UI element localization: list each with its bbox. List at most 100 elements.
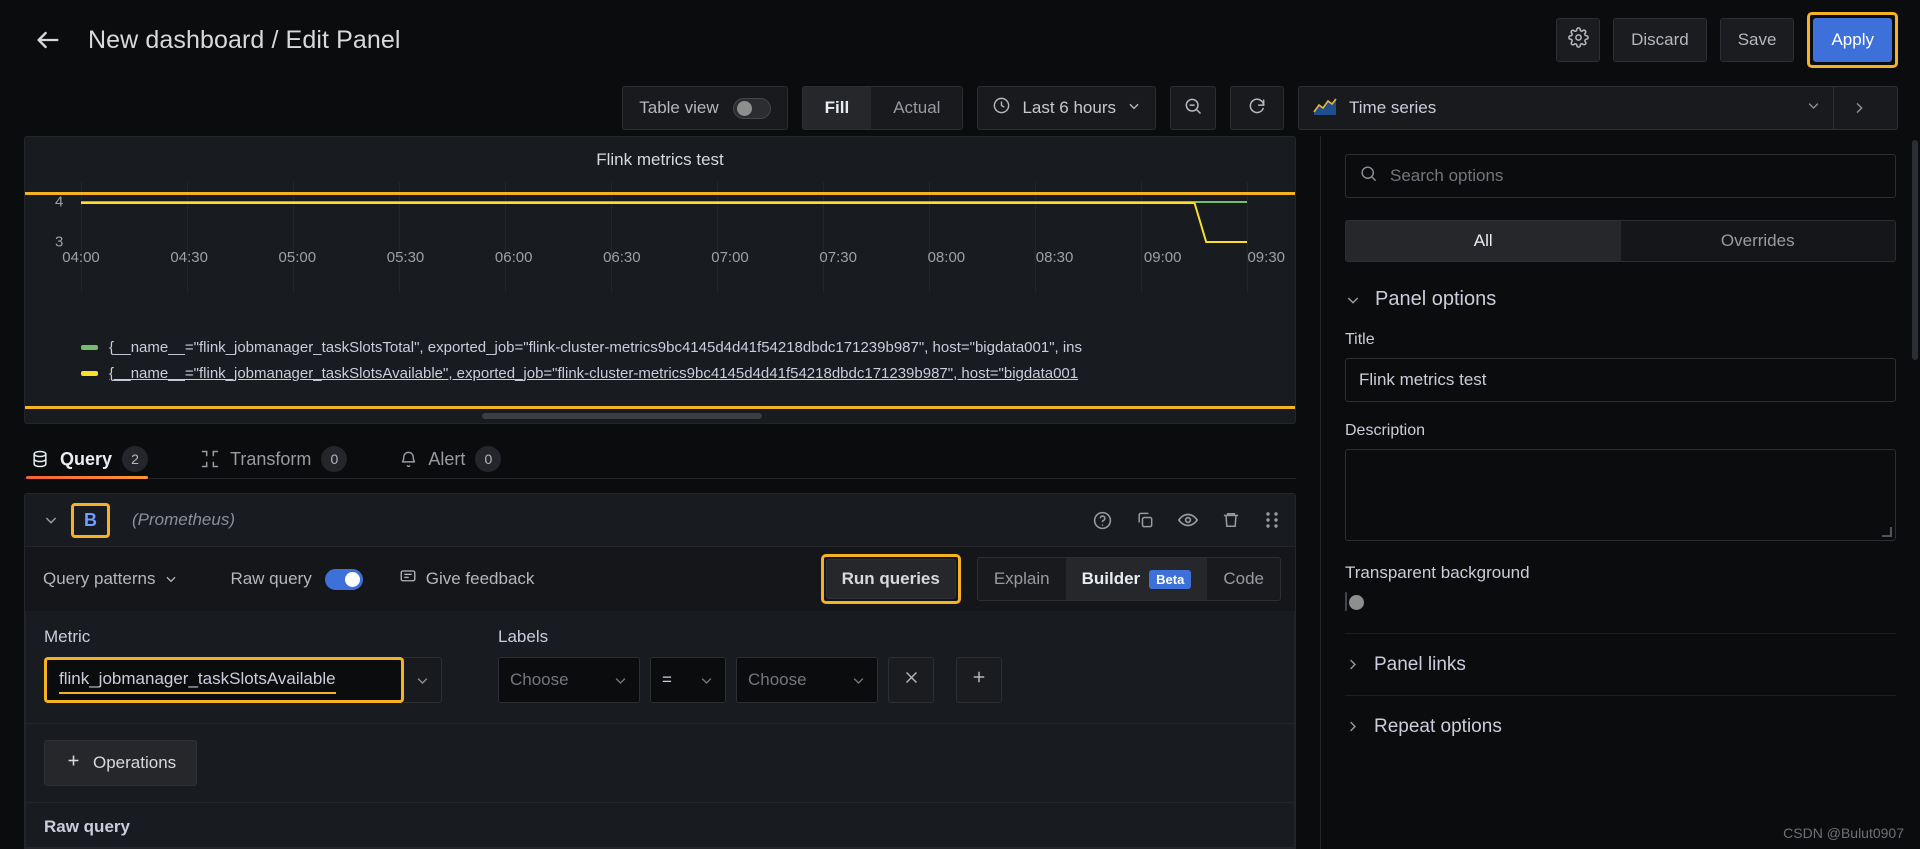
- time-range-picker[interactable]: Last 6 hours: [977, 86, 1156, 130]
- drag-handle-icon[interactable]: [1263, 510, 1281, 530]
- x-tick: 08:00: [927, 249, 966, 266]
- bell-icon: [399, 450, 418, 469]
- options-search-wrap: [1321, 136, 1920, 198]
- eye-icon[interactable]: [1177, 509, 1199, 531]
- description-field-label: Description: [1345, 422, 1426, 439]
- page-title: New dashboard / Edit Panel: [88, 25, 401, 54]
- time-range-label: Last 6 hours: [1022, 98, 1116, 117]
- fill-actual-segmented[interactable]: Fill Actual: [801, 86, 964, 130]
- panel-links-section[interactable]: Panel links: [1345, 633, 1896, 695]
- give-feedback-label: Give feedback: [425, 569, 535, 588]
- chart-legend: {__name__="flink_jobmanager_taskSlotsTot…: [81, 334, 1295, 386]
- scrollbar-thumb[interactable]: [482, 413, 762, 419]
- give-feedback-link[interactable]: Give feedback: [399, 568, 535, 591]
- label-operator-select[interactable]: =: [650, 657, 726, 703]
- legend-label: {__name__="flink_jobmanager_taskSlotsTot…: [109, 338, 1083, 356]
- panel-links-label: Panel links: [1374, 653, 1466, 675]
- raw-query-toggle-group[interactable]: Raw query: [230, 568, 363, 590]
- refresh-icon: [1247, 96, 1267, 121]
- query-datasource-name: (Prometheus): [132, 510, 235, 529]
- tab-transform-count: 0: [321, 446, 348, 472]
- panel-preview: Flink metrics test 4 3 04:00 04:30 05:00…: [24, 136, 1296, 424]
- tab-all[interactable]: All: [1346, 221, 1621, 261]
- operations-button[interactable]: Operations: [44, 740, 198, 786]
- add-label-filter-button[interactable]: [956, 657, 1002, 703]
- trash-icon[interactable]: [1221, 510, 1241, 530]
- metric-input-highlight[interactable]: flink_jobmanager_taskSlotsAvailable: [44, 657, 404, 703]
- editor-mode-group: Explain Builder Beta Code: [976, 557, 1281, 601]
- tab-query[interactable]: Query 2: [26, 440, 170, 479]
- series-lines: [81, 182, 1247, 292]
- x-tick: 04:00: [62, 249, 100, 266]
- chart-plot[interactable]: 4 3: [25, 182, 1271, 292]
- label-value-placeholder: Choose: [748, 670, 807, 689]
- metric-labels-section: Metric flink_jobmanager_taskSlotsAvailab…: [25, 611, 1295, 724]
- chevron-down-icon[interactable]: [1806, 98, 1821, 118]
- chevron-down-icon: [701, 677, 712, 684]
- code-mode[interactable]: Code: [1207, 558, 1280, 600]
- series-taskSlotsAvailable: [81, 203, 1247, 242]
- title-field: Title Flink metrics test: [1345, 331, 1896, 402]
- title-input[interactable]: Flink metrics test: [1345, 358, 1896, 402]
- query-ref-id[interactable]: B: [71, 502, 110, 538]
- chevron-down-icon: [615, 677, 626, 684]
- tab-alert-count: 0: [475, 446, 502, 472]
- options-pane-expand-button[interactable]: [1833, 87, 1883, 129]
- remove-label-filter-button[interactable]: [888, 657, 934, 703]
- zoom-out-button[interactable]: [1170, 86, 1216, 130]
- panel-options-section-header[interactable]: Panel options: [1345, 288, 1896, 311]
- raw-query-switch[interactable]: [324, 568, 363, 590]
- textarea-resize-handle[interactable]: [1882, 527, 1892, 537]
- metric-dropdown-caret[interactable]: [404, 657, 442, 703]
- query-collapse-icon[interactable]: [43, 512, 59, 528]
- repeat-options-label: Repeat options: [1374, 715, 1502, 737]
- panel-settings-button[interactable]: [1556, 18, 1601, 62]
- tab-query-count: 2: [122, 446, 149, 472]
- apply-button-highlight: Apply: [1807, 12, 1898, 68]
- label-value-select[interactable]: Choose: [736, 657, 878, 703]
- tab-alert[interactable]: Alert 0: [395, 440, 523, 478]
- comment-icon: [399, 568, 417, 591]
- table-view-toggle-group[interactable]: Table view: [622, 86, 788, 130]
- switch-knob: [344, 571, 360, 587]
- panel-options-title: Panel options: [1375, 288, 1497, 310]
- options-search-box[interactable]: [1345, 154, 1896, 198]
- builder-mode[interactable]: Builder Beta: [1065, 558, 1208, 600]
- visualization-name: Time series: [1349, 98, 1437, 117]
- x-tick: 06:00: [494, 249, 533, 266]
- explain-mode[interactable]: Explain: [978, 558, 1066, 600]
- panel-horizontal-scrollbar[interactable]: [25, 413, 1295, 419]
- legend-item[interactable]: {__name__="flink_jobmanager_taskSlotsAva…: [81, 360, 1295, 386]
- query-patterns-button[interactable]: Query patterns: [43, 569, 178, 589]
- tab-transform[interactable]: Transform 0: [196, 440, 369, 478]
- apply-button[interactable]: Apply: [1813, 18, 1892, 62]
- duplicate-icon[interactable]: [1135, 510, 1155, 530]
- save-button[interactable]: Save: [1719, 18, 1795, 62]
- label-name-select[interactable]: Choose: [498, 657, 640, 703]
- chevron-down-icon: [1127, 98, 1141, 118]
- discard-button[interactable]: Discard: [1613, 18, 1707, 62]
- back-arrow-icon[interactable]: [28, 20, 68, 60]
- actual-option[interactable]: Actual: [871, 87, 962, 129]
- search-options-input[interactable]: [1390, 166, 1882, 186]
- tab-overrides[interactable]: Overrides: [1621, 221, 1896, 261]
- chevron-right-icon: [1345, 719, 1360, 734]
- repeat-options-section[interactable]: Repeat options: [1345, 695, 1896, 757]
- description-textarea[interactable]: [1345, 449, 1896, 541]
- transparent-background-switch[interactable]: [1345, 592, 1364, 611]
- table-view-switch[interactable]: [732, 97, 771, 119]
- query-tabs: Query 2 Transform 0 Alert 0: [24, 440, 1296, 479]
- legend-item[interactable]: {__name__="flink_jobmanager_taskSlotsTot…: [81, 334, 1295, 360]
- options-pane-scrollbar[interactable]: [1912, 140, 1918, 360]
- x-tick: 04:30: [170, 249, 208, 266]
- raw-query-section-label: Raw query: [44, 817, 130, 836]
- visualization-picker[interactable]: Time series: [1298, 86, 1898, 130]
- run-queries-button[interactable]: Run queries: [825, 559, 956, 599]
- database-icon: [30, 449, 50, 469]
- refresh-button[interactable]: [1230, 86, 1284, 130]
- query-patterns-label: Query patterns: [43, 569, 156, 588]
- plus-icon: [970, 668, 988, 692]
- fill-option[interactable]: Fill: [802, 87, 872, 129]
- panel-preview-wrap: Flink metrics test 4 3 04:00 04:30 05:00…: [0, 136, 1320, 424]
- help-icon[interactable]: [1092, 510, 1113, 531]
